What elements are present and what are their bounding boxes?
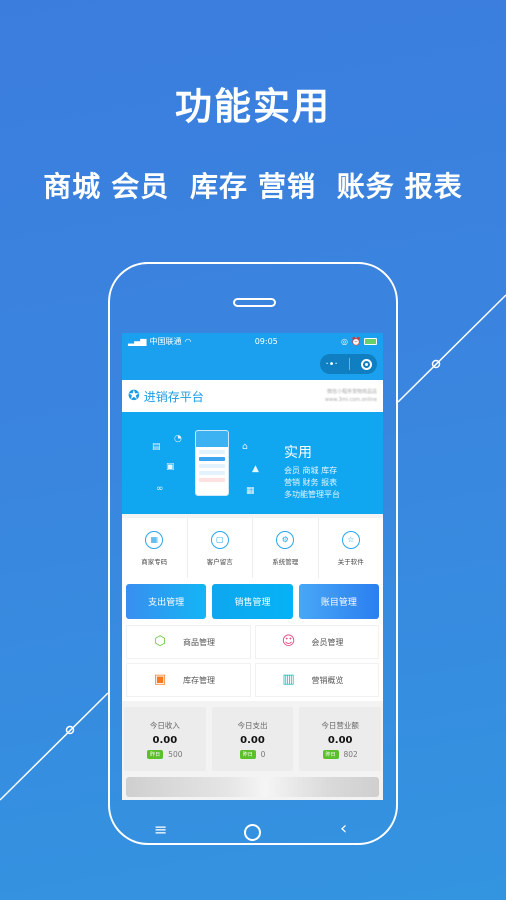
feature-item: 营销	[258, 170, 317, 203]
quick-actions: ▦ 商家专码 ▢ 客户留言 ⚙ 系统管理 ☆ 关于软件	[122, 518, 383, 578]
stat-title: 今日收入	[149, 720, 180, 730]
line-node-right	[431, 359, 441, 369]
stat-value: 0.00	[327, 734, 353, 746]
capsule-divider	[348, 358, 350, 370]
expense-management-button[interactable]: 支出管理	[126, 584, 207, 619]
yesterday-badge: 昨日	[322, 749, 339, 759]
daily-stats: 今日收入 0.00 昨日 500 今日支出 0.00 昨日 0 今日营业额 0.00…	[122, 701, 383, 775]
management-grid: ⬡ 商品管理 ☺ 会员管理 ▣ 库存管理 ▥ 营销概览	[122, 623, 383, 701]
line-node-left	[65, 725, 75, 735]
brand-note: 微信小程序宠物用品店 www.3mi.com.online	[325, 388, 377, 404]
quick-action-about[interactable]: ☆ 关于软件	[319, 518, 384, 578]
star-icon: ☆	[341, 530, 360, 549]
phone-speaker	[233, 298, 276, 307]
brand: ✪ 进销存平台	[128, 388, 204, 405]
message-icon: ▢	[210, 530, 229, 549]
stat-card-revenue[interactable]: 今日营业额 0.00 昨日 802	[299, 707, 382, 771]
yesterday-badge: 昨日	[147, 749, 164, 759]
accounts-management-button[interactable]: 账目管理	[298, 584, 379, 619]
feature-item: 账务	[336, 170, 395, 203]
marketing-overview-item[interactable]: ▥ 营销概览	[254, 663, 379, 697]
alarm-icon: ⏰	[351, 337, 361, 346]
sales-management-button[interactable]: 销售管理	[212, 584, 293, 619]
link-icon: ∞	[156, 484, 164, 494]
quick-action-customer-messages[interactable]: ▢ 客户留言	[188, 518, 253, 578]
inventory-icon: ▣	[153, 672, 167, 687]
management-label: 会员管理	[311, 637, 344, 647]
system-navigation-bar: ≡ ‹	[0, 818, 506, 844]
rotation-lock-icon: ◎	[341, 337, 349, 346]
product-management-item[interactable]: ⬡ 商品管理	[126, 625, 251, 659]
banner-line: 会员 商城 库存	[284, 466, 338, 475]
banner-line: 营销 财务 报表	[284, 478, 338, 487]
quick-action-label: 客户留言	[206, 557, 233, 566]
member-management-item[interactable]: ☺ 会员管理	[254, 625, 379, 659]
brand-logo-icon: ✪	[128, 388, 140, 404]
close-mini-program-icon[interactable]	[360, 358, 372, 370]
chart-icon: ▥	[282, 672, 295, 687]
stat-value: 0.00	[240, 734, 265, 746]
clipboard-icon: ▣	[166, 462, 175, 472]
cube-icon: ⬡	[154, 634, 166, 649]
brand-note-line: www.3mi.com.online	[325, 397, 377, 403]
growth-chart-icon: ▲	[252, 464, 259, 474]
promo-banner[interactable]: ▤ ◔ ▣ ∞ ⌂ ▲ ▦ 实用 会员 商城 库存 营销 财务 报表 多功能管理…	[122, 412, 383, 514]
feature-item: 库存	[189, 170, 248, 203]
more-options-icon[interactable]: ·•·	[325, 359, 337, 370]
inventory-management-item[interactable]: ▣ 库存管理	[126, 663, 251, 697]
stat-compare: 0	[260, 749, 266, 759]
store-icon: ⌂	[242, 442, 248, 452]
brand-name: 进销存平台	[143, 389, 204, 404]
stat-card-income[interactable]: 今日收入 0.00 昨日 500	[124, 707, 206, 771]
quick-action-system-settings[interactable]: ⚙ 系统管理	[253, 518, 319, 578]
document-icon: ▤	[152, 442, 161, 452]
diagonal-line-left	[0, 692, 109, 801]
carrier-label: 中国联通	[149, 337, 182, 346]
brand-header: ✪ 进销存平台 微信小程序宠物用品店 www.3mi.com.online	[122, 380, 383, 412]
menu-icon[interactable]: ≡	[154, 820, 167, 839]
back-icon[interactable]: ‹	[340, 818, 347, 839]
action-buttons: 支出管理 销售管理 账目管理	[122, 578, 383, 623]
status-time: 09:05	[254, 337, 278, 346]
qr-code-icon: ▦	[145, 530, 164, 549]
quick-action-merchant-code[interactable]: ▦ 商家专码	[122, 518, 188, 578]
management-label: 库存管理	[183, 675, 215, 685]
management-label: 商品管理	[183, 637, 215, 647]
settings-icon: ⚙	[276, 530, 295, 549]
status-bar: ▂▄▆ 中国联通 ◠ 09:05 ◎ ⏰	[122, 333, 383, 350]
banner-title: 实用	[284, 445, 312, 461]
app-screen: ▂▄▆ 中国联通 ◠ 09:05 ◎ ⏰ ·•· ✪ 进销存平台 微信小程序宠物…	[122, 333, 383, 800]
wifi-icon: ◠	[184, 337, 192, 346]
feature-item: 报表	[404, 170, 463, 203]
stat-title: 今日营业额	[321, 720, 359, 730]
promo-headline: 功能实用	[175, 85, 331, 128]
stat-compare: 500	[168, 749, 183, 759]
diagonal-line-right	[397, 294, 506, 403]
battery-icon	[364, 338, 377, 345]
feature-item: 商城	[43, 170, 102, 203]
quick-action-label: 关于软件	[337, 557, 364, 566]
feature-item: 会员	[111, 170, 170, 203]
signal-icon: ▂▄▆	[128, 337, 147, 346]
promo-feature-list: 商城 会员 库存 营销 账务 报表	[0, 165, 506, 205]
quick-action-label: 系统管理	[272, 557, 299, 566]
banner-line: 多功能管理平台	[284, 490, 340, 499]
pie-chart-icon: ◔	[174, 434, 182, 444]
stat-value: 0.00	[152, 734, 178, 746]
blurred-content-strip	[126, 777, 379, 797]
mini-program-capsule: ·•·	[320, 354, 377, 374]
calculator-icon: ▦	[246, 486, 255, 496]
management-label: 营销概览	[311, 675, 344, 685]
quick-action-label: 商家专码	[141, 557, 168, 566]
stat-title: 今日支出	[237, 720, 268, 730]
stat-compare: 802	[343, 749, 358, 759]
stat-card-expense[interactable]: 今日支出 0.00 昨日 0	[211, 707, 294, 771]
mini-program-navbar: ·•·	[122, 350, 383, 380]
app-preview-image	[195, 430, 229, 496]
brand-note-line: 微信小程序宠物用品店	[326, 389, 377, 395]
members-icon: ☺	[281, 634, 296, 649]
home-icon[interactable]	[244, 824, 261, 841]
yesterday-badge: 昨日	[239, 749, 256, 759]
